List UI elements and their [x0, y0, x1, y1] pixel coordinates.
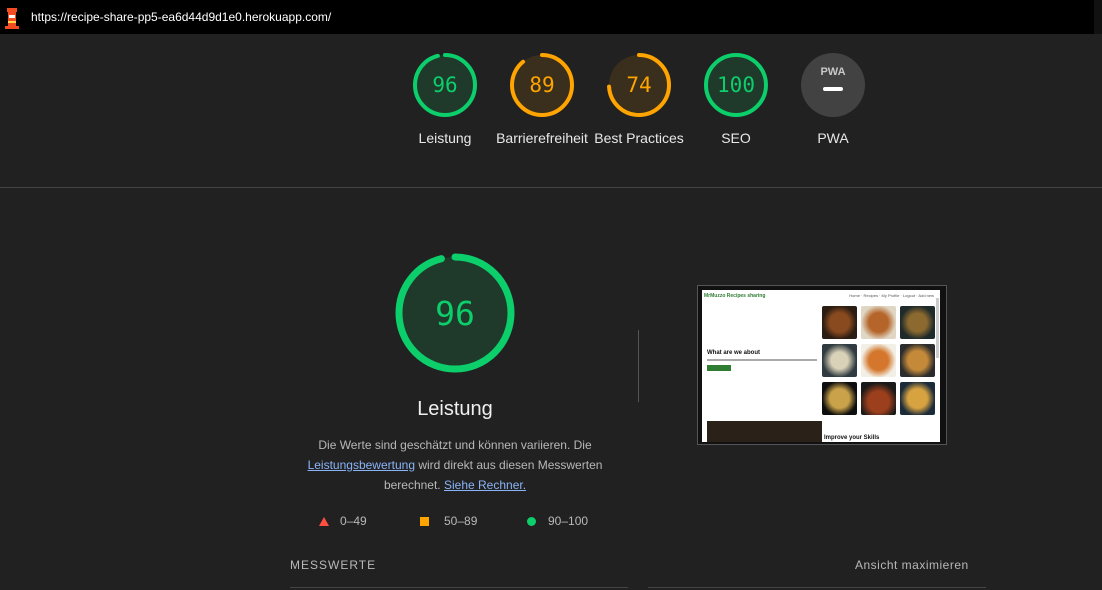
food-image: [822, 344, 857, 377]
triangle-icon: [319, 516, 329, 526]
gauge-accessibility[interactable]: 89 Barrierefreiheit: [492, 52, 592, 148]
vertical-divider: [638, 330, 639, 402]
screenshot-nav: Home · Recipes · My Profile · Logout · A…: [849, 293, 934, 298]
legend-fail: 0–49: [319, 514, 367, 528]
page-url[interactable]: https://recipe-share-pp5-ea6d44d9d1e0.he…: [31, 10, 331, 24]
legend-average-label: 50–89: [444, 514, 478, 528]
browser-bar: https://recipe-share-pp5-ea6d44d9d1e0.he…: [0, 0, 1102, 34]
screenshot-page: MrMuzzo Recipes sharing Home · Recipes ·…: [702, 290, 940, 442]
food-image: [900, 306, 935, 339]
food-image: [861, 382, 896, 415]
metrics-header: MESSWERTE Ansicht maximieren: [0, 558, 1102, 578]
gauge-label: SEO: [721, 130, 751, 146]
pwa-badge-text: PWA: [820, 66, 846, 78]
calculator-link[interactable]: Siehe Rechner.: [444, 478, 526, 492]
gauge-score: 96: [432, 73, 458, 97]
section-divider: [0, 187, 1102, 188]
gauge-score: 100: [717, 73, 755, 97]
metrics-divider-left: [290, 587, 628, 588]
metrics-divider-right: [648, 587, 986, 588]
screenshot-brand: MrMuzzo Recipes sharing: [704, 293, 766, 299]
performance-score: 96: [435, 293, 475, 333]
screenshot-skills-title: Improve your Skills: [824, 435, 880, 441]
gauge-score: 89: [529, 73, 555, 97]
score-legend: 0–49 50–89 90–100: [0, 514, 1102, 530]
food-image: [861, 344, 896, 377]
performance-title: Leistung: [417, 398, 493, 420]
gauge-performance[interactable]: 96 Leistung: [395, 52, 495, 148]
screenshot-hero-text: [707, 359, 817, 361]
gauge-best-practices[interactable]: 74 Best Practices: [589, 52, 689, 148]
gauge-seo[interactable]: 100 SEO: [686, 52, 786, 148]
legend-average: 50–89: [420, 514, 477, 528]
gauge-pwa[interactable]: PWA PWA: [783, 52, 883, 148]
square-icon: [420, 516, 429, 526]
screenshot-hero-button: [707, 365, 731, 371]
gauge-label: Best Practices: [594, 130, 684, 146]
screenshot-scrollbar: [936, 298, 939, 358]
legend-pass-label: 90–100: [548, 514, 589, 528]
lighthouse-icon: [5, 8, 19, 29]
food-image: [822, 306, 857, 339]
gauge-score: 74: [626, 73, 652, 97]
legend-pass: 90–100: [527, 514, 588, 528]
gauge-label: Leistung: [418, 130, 472, 146]
performance-description: Die Werte sind geschätzt und können vari…: [300, 435, 610, 495]
food-image: [822, 382, 857, 415]
desc-text: Die Werte sind geschätzt und können vari…: [318, 438, 592, 452]
gauge-label: Barrierefreiheit: [496, 130, 588, 146]
food-image: [861, 306, 896, 339]
metrics-title: MESSWERTE: [290, 558, 377, 572]
screenshot-hero-title: What are we about: [707, 350, 761, 356]
food-image: [900, 382, 935, 415]
gauge-label: PWA: [817, 130, 849, 146]
scoring-link[interactable]: Leistungsbewertung: [308, 458, 415, 472]
scrollbar[interactable]: [1094, 0, 1102, 34]
food-image: [900, 344, 935, 377]
score-gauges: 96 Leistung 89 Barrierefreiheit 74 Best …: [0, 52, 1102, 182]
page-screenshot[interactable]: MrMuzzo Recipes sharing Home · Recipes ·…: [697, 285, 947, 445]
expand-view-toggle[interactable]: Ansicht maximieren: [855, 558, 969, 572]
screenshot-bottom-image: [707, 421, 822, 442]
circle-icon: [527, 516, 536, 526]
legend-fail-label: 0–49: [340, 514, 367, 528]
